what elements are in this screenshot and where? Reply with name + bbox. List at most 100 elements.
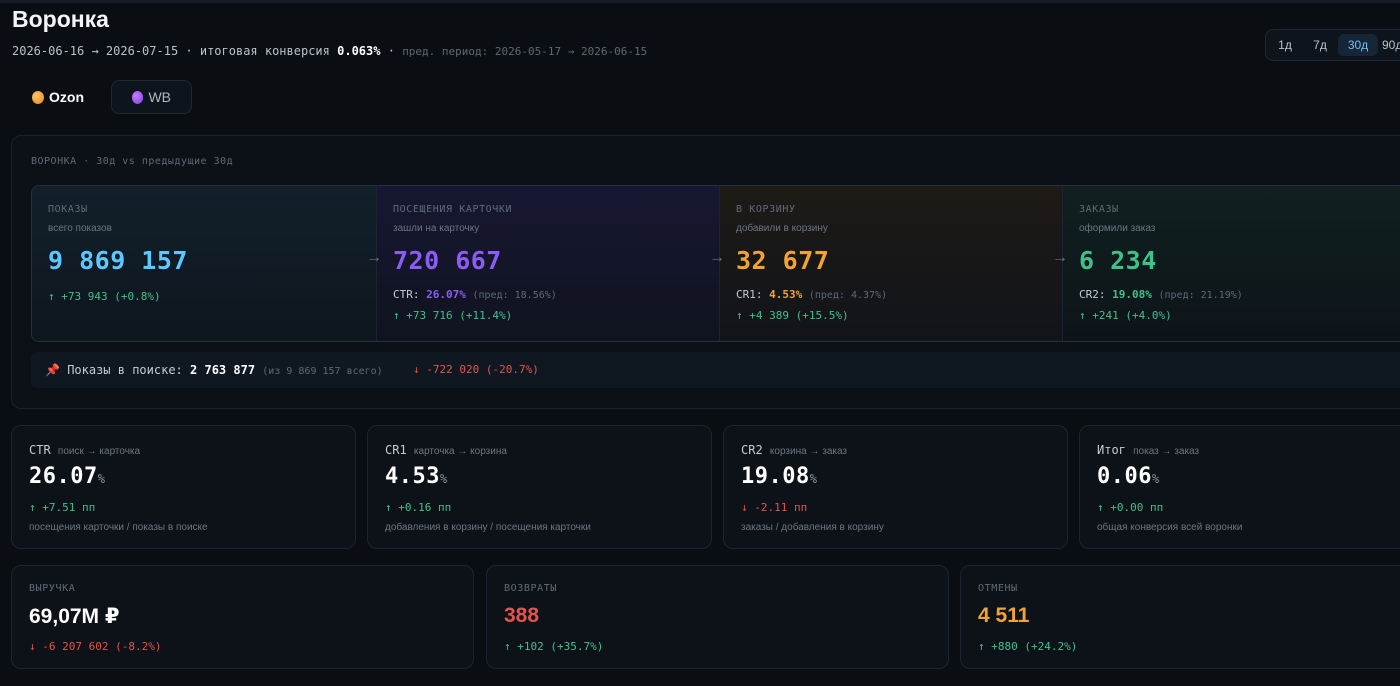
cancellations-value: 4 511 [978, 604, 1030, 627]
funnel-panel-label: ВОРОНКА · 30д vs предыдущие 30д [31, 156, 234, 167]
stage-delta: ↑ +4 389 (+15.5%) [736, 309, 849, 322]
platform-tab-wb[interactable]: WB [111, 80, 192, 114]
platform-tab-label: Ozon [49, 89, 84, 105]
separator: · [387, 44, 395, 58]
metric-unit: % [809, 472, 818, 486]
stage-sublabel: добавили в корзину [736, 223, 828, 234]
metric-value: 4.53% [385, 464, 448, 489]
stage-sublabel: всего показов [48, 223, 112, 234]
metric-unit: % [439, 472, 448, 486]
wb-dot-icon [132, 90, 144, 104]
stage-value: 6 234 [1079, 246, 1157, 275]
card-label: ОТМЕНЫ [978, 583, 1018, 594]
stage-rate: CR1: 4.53% (пред: 4.37%) [736, 288, 887, 301]
metric-path: карточка → корзина [413, 446, 507, 457]
metric-value: 19.08% [741, 464, 817, 489]
platform-tab-label: WB [148, 89, 171, 105]
stage-label: ПОСЕЩЕНИЯ КАРТОЧКИ [393, 204, 513, 215]
metric-formula: общая конверсия всей воронки [1097, 522, 1243, 533]
metric-number: 19.08 [741, 464, 810, 489]
metric-card-ctr: CTR поиск → карточка 26.07% ↑ +7.51 пп п… [11, 425, 356, 549]
stage-delta: ↑ +241 (+4.0%) [1079, 309, 1172, 322]
metric-formula: заказы / добавления в корзину [741, 522, 884, 533]
metric-path: показ → заказ [1133, 446, 1200, 457]
card-label: ВОЗВРАТЫ [504, 583, 557, 594]
rate-previous: (пред: 21.19%) [1158, 290, 1243, 301]
stage-label: ПОКАЗЫ [48, 204, 88, 215]
cancellations-card: ОТМЕНЫ 4 511 ↑ +880 (+24.2%) [960, 565, 1400, 669]
period-1d[interactable]: 1д [1270, 34, 1300, 56]
stage-rate: CR2: 19.08% (пред: 21.19%) [1079, 288, 1243, 301]
stage-delta: ↑ +73 716 (+11.4%) [393, 309, 513, 322]
rate-value: 26.07% [426, 288, 466, 301]
rate-name: CR1: [736, 288, 763, 301]
metric-name: CR2 [741, 443, 763, 457]
metric-value: 26.07% [29, 464, 105, 489]
metric-card-total: Итог показ → заказ 0.06% ↑ +0.00 пп обща… [1079, 425, 1400, 549]
revenue-card: ВЫРУЧКА 69,07M ₽ ↓ -6 207 602 (-8.2%) [11, 565, 474, 669]
returns-value: 388 [504, 604, 540, 627]
cancellations-delta: ↑ +880 (+24.2%) [978, 640, 1078, 653]
metric-unit: % [1151, 472, 1160, 486]
page-title: Воронка [12, 6, 109, 32]
arrow-right-icon: → [1052, 249, 1068, 266]
returns-card: ВОЗВРАТЫ 388 ↑ +102 (+35.7%) [486, 565, 949, 669]
rate-value: 4.53% [769, 288, 803, 301]
rate-value: 19.08% [1112, 288, 1152, 301]
search-impressions-label: Показы в поиске: [67, 363, 183, 377]
metric-header: Итог показ → заказ [1097, 443, 1199, 457]
returns-delta: ↑ +102 (+35.7%) [504, 640, 604, 653]
search-impressions-note: (из 9 869 157 всего) [262, 366, 383, 377]
stage-add-to-cart: В КОРЗИНУ добавили в корзину 32 677 CR1:… [719, 186, 1062, 341]
revenue-delta: ↓ -6 207 602 (-8.2%) [29, 640, 162, 653]
metric-delta: ↑ +0.00 пп [1097, 501, 1164, 514]
period-selector: 1д 7д 30д 90д [1265, 29, 1400, 61]
stage-card-visits: ПОСЕЩЕНИЯ КАРТОЧКИ зашли на карточку 720… [376, 186, 719, 341]
metric-delta: ↑ +0.16 пп [385, 501, 452, 514]
metric-card-cr2: CR2 корзина → заказ 19.08% ↓ -2.11 пп за… [723, 425, 1068, 549]
metric-formula: посещения карточки / показы в поиске [29, 522, 208, 533]
stage-value: 720 667 [393, 246, 502, 275]
metric-formula: добавления в корзину / посещения карточк… [385, 522, 591, 533]
stage-sublabel: зашли на карточку [393, 223, 480, 234]
period-30d[interactable]: 30д [1338, 34, 1378, 56]
period-7d[interactable]: 7д [1304, 34, 1336, 56]
metric-header: CTR поиск → карточка [29, 443, 140, 457]
search-impressions-value: 2 763 877 [190, 363, 256, 377]
ozon-dot-icon [32, 90, 44, 104]
metric-header: CR2 корзина → заказ [741, 443, 847, 457]
metric-card-cr1: CR1 карточка → корзина 4.53% ↑ +0.16 пп … [367, 425, 712, 549]
period-90d[interactable]: 90д [1382, 34, 1400, 56]
rate-name: CR2: [1079, 288, 1106, 301]
stage-sublabel: оформили заказ [1079, 223, 1156, 234]
search-impressions-text: 📌 Показы в поиске: 2 763 877 (из 9 869 1… [45, 363, 383, 377]
stage-delta: ↑ +73 943 (+0.8%) [48, 290, 161, 303]
stage-orders: ЗАКАЗЫ оформили заказ 6 234 CR2: 19.08% … [1062, 186, 1400, 341]
rate-previous: (пред: 4.37%) [808, 290, 888, 301]
pin-icon: 📌 [45, 363, 60, 377]
metric-number: 26.07 [29, 464, 98, 489]
platform-tab-ozon[interactable]: Ozon [12, 80, 104, 114]
metric-name: CR1 [385, 443, 407, 457]
rate-name: CTR: [393, 288, 420, 301]
metric-delta: ↑ +7.51 пп [29, 501, 96, 514]
metric-number: 4.53 [385, 464, 440, 489]
date-range-summary: 2026-06-16 → 2026-07-15 · итоговая конве… [12, 44, 647, 58]
metric-path: поиск → карточка [57, 446, 141, 457]
date-range: 2026-06-16 → 2026-07-15 · итоговая конве… [12, 44, 330, 58]
stage-label: ЗАКАЗЫ [1079, 204, 1119, 215]
card-label: ВЫРУЧКА [29, 583, 76, 594]
previous-period: пред. период: 2026-05-17 → 2026-06-15 [402, 45, 648, 58]
search-impressions-strip: 📌 Показы в поиске: 2 763 877 (из 9 869 1… [31, 352, 1400, 388]
metric-name: Итог [1097, 443, 1126, 457]
stage-value: 9 869 157 [48, 246, 188, 275]
arrow-right-icon: → [366, 249, 382, 266]
search-impressions-delta: ↓ -722 020 (-20.7%) [413, 363, 539, 376]
metric-name: CTR [29, 443, 51, 457]
metric-header: CR1 карточка → корзина [385, 443, 507, 457]
stage-impressions: ПОКАЗЫ всего показов 9 869 157 ↑ +73 943… [32, 186, 376, 341]
top-border [0, 0, 1400, 3]
metric-value: 0.06% [1097, 464, 1160, 489]
revenue-value: 69,07M ₽ [29, 605, 120, 628]
rate-previous: (пред: 18.56%) [472, 290, 557, 301]
